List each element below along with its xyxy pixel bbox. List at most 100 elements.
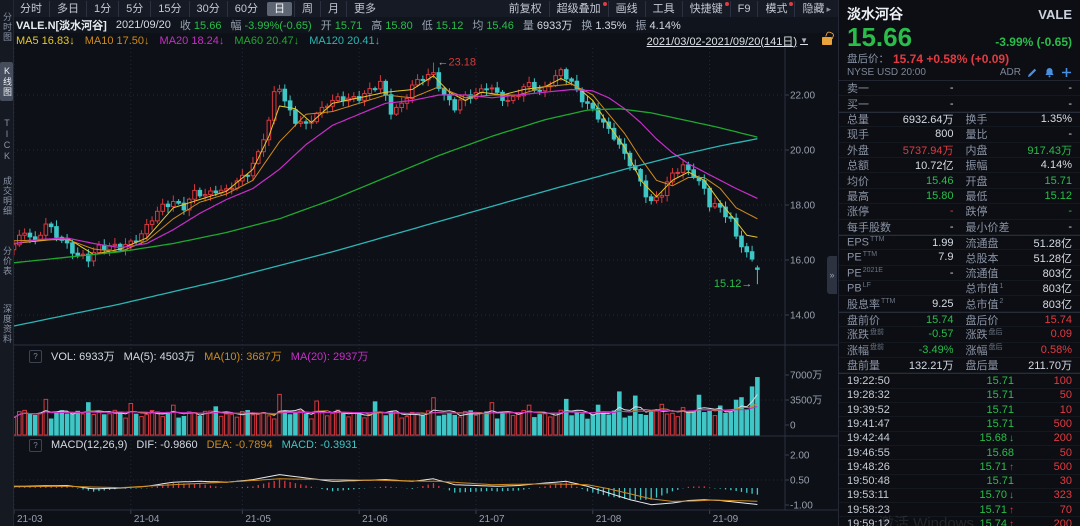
sidebar-item-trade-detail[interactable]: 成交明细 (0, 176, 13, 216)
tape-row[interactable]: 19:50:4815.7130 (839, 475, 1080, 489)
stat-label: 流通值 (966, 265, 999, 281)
tool-button-2[interactable]: 画线 (608, 1, 645, 17)
stat-label: 振幅 (966, 157, 988, 173)
panel-collapse-handle[interactable]: » (827, 256, 837, 294)
tool-button-6[interactable]: 模式 (757, 1, 794, 17)
period-tab-0[interactable]: 分时 (13, 1, 49, 17)
period-tab-8[interactable]: 周 (294, 1, 320, 17)
trade-price-value: 15.71 (986, 475, 1014, 487)
tape-row[interactable]: 19:28:3215.7150 (839, 389, 1080, 403)
period-tab-10[interactable]: 更多 (346, 1, 383, 17)
stat-label: 卖一 (847, 80, 869, 96)
sidebar-item-price-table[interactable]: 分价表 (0, 246, 13, 276)
ma-values: MA5 16.83↓MA10 17.50↓MA20 18.24↓MA60 20.… (16, 35, 380, 47)
svg-text:21-04: 21-04 (134, 514, 160, 525)
stat-label: 换手 (966, 111, 988, 127)
help-icon[interactable]: ? (29, 350, 42, 363)
tool-button-5[interactable]: F9 (730, 1, 758, 17)
lock-open-icon[interactable] (822, 37, 832, 45)
sidebar-item-tick[interactable]: TICK (0, 118, 13, 162)
quote-field: 振4.14% (636, 17, 681, 33)
adr-label: ADR (1000, 67, 1021, 78)
trade-volume: 500 (1014, 418, 1072, 430)
period-tab-3[interactable]: 5分 (118, 1, 150, 17)
stat-value: - (1068, 221, 1072, 233)
tape-row[interactable]: 19:42:4415.68↓200 (839, 432, 1080, 446)
stat-label: PE2021E (847, 267, 883, 280)
stat-value: 0.09 (1051, 328, 1072, 340)
tool-button-7[interactable]: 隐藏▸ (794, 1, 838, 17)
stat-cell: 盘后量211.70万 (966, 357, 1073, 373)
stat-label: 外盘 (847, 142, 869, 158)
date-range-label: 2021/03/02-2021/09/20(141日) (647, 33, 797, 49)
period-tab-7[interactable]: 日 (267, 2, 292, 16)
after-hours-label: 盘后价： (847, 51, 889, 66)
tool-button-3[interactable]: 工具 (645, 1, 682, 17)
period-tab-4[interactable]: 15分 (150, 1, 188, 17)
sidebar-item-depth-info[interactable]: 深度资料 (0, 304, 13, 344)
trade-time: 19:28:32 (847, 389, 919, 401)
red-dot-badge (725, 2, 729, 6)
trade-volume: 500 (1014, 461, 1072, 473)
tool-button-0[interactable]: 前复权 (502, 1, 549, 17)
trade-price-value: 15.68 (986, 447, 1014, 459)
stat-cell: - (966, 82, 1073, 94)
stat-cell: 最小价差- (966, 219, 1073, 235)
stat-value: 4.14% (1041, 159, 1072, 171)
stat-value: 132.21万 (909, 357, 954, 373)
svg-text:←23.18: ←23.18 (437, 57, 476, 69)
add-icon[interactable] (1061, 67, 1072, 78)
tape-row[interactable]: 19:58:2315.71↑70 (839, 503, 1080, 517)
trade-price: 15.74↑ (919, 518, 1014, 526)
stat-cell: 总量6932.64万 (847, 111, 954, 127)
svg-text:15.12→: 15.12→ (714, 278, 753, 290)
stat-value: 15.80 (926, 190, 954, 202)
tape-row[interactable]: 19:46:5515.6850 (839, 446, 1080, 460)
tape-row[interactable]: 19:39:5215.7110 (839, 403, 1080, 417)
stat-row: 每手股数-最小价差- (839, 220, 1080, 235)
period-tab-1[interactable]: 多日 (49, 1, 86, 17)
edit-icon[interactable] (1027, 67, 1038, 78)
field-value: 15.80 (385, 20, 413, 32)
trade-price: 15.71 (919, 418, 1014, 430)
tool-button-4[interactable]: 快捷键 (682, 1, 730, 17)
stat-rows: 卖一--买一--总量6932.64万换手1.35%现手800量比-外盘5737.… (839, 81, 1080, 373)
tape-row[interactable]: 19:59:1215.74↑200 (839, 517, 1080, 526)
bell-icon[interactable] (1044, 67, 1055, 78)
trade-volume: 50 (1014, 447, 1072, 459)
period-tab-2[interactable]: 1分 (86, 1, 118, 17)
price-change: -3.99% (-0.65) (995, 35, 1072, 49)
stat-cell: 外盘5737.94万 (847, 142, 954, 158)
stat-label: 股息率TTM (847, 296, 895, 312)
stat-cell: 卖一- (847, 80, 954, 96)
kline-chart[interactable]: 22.0020.0018.0016.0014.0021-0321-0421-05… (13, 48, 838, 526)
market-info: NYSE USD 20:00 (847, 67, 926, 78)
stat-label: 涨幅盘后 (966, 342, 1003, 358)
tape-row[interactable]: 19:22:5015.71100 (839, 374, 1080, 388)
ma-value: MA120 20.41↓ (309, 35, 380, 47)
tape-row[interactable]: 19:48:2615.71↑500 (839, 460, 1080, 474)
svg-text:21-05: 21-05 (245, 514, 271, 525)
toolbar-tools: 前复权超级叠加画线工具快捷键F9模式隐藏▸ (502, 0, 838, 17)
stat-value: - (950, 267, 954, 279)
stat-row: 涨停-跌停- (839, 204, 1080, 219)
stock-ticker: VALE (1038, 7, 1072, 22)
tool-button-1[interactable]: 超级叠加 (549, 1, 608, 17)
period-tab-9[interactable]: 月 (320, 1, 346, 17)
period-tab-5[interactable]: 30分 (189, 1, 227, 17)
symbol-label: VALE.N[淡水河谷] (16, 17, 107, 33)
period-tab-6[interactable]: 60分 (227, 1, 265, 17)
stat-cell: 总额10.72亿 (847, 157, 954, 173)
sidebar-item-kline[interactable]: K线图 (0, 62, 13, 101)
trade-volume: 200 (1014, 432, 1072, 444)
field-label: 高 (371, 20, 382, 32)
date-range-selector[interactable]: 2021/03/02-2021/09/20(141日) ▼ (647, 33, 808, 49)
tape-row[interactable]: 19:53:1115.70↓323 (839, 489, 1080, 503)
svg-text:14.00: 14.00 (790, 311, 815, 322)
trade-price: 15.68↓ (919, 432, 1014, 444)
trade-time: 19:48:26 (847, 461, 919, 473)
tape-row[interactable]: 19:41:4715.71500 (839, 417, 1080, 431)
help-icon[interactable]: ? (29, 439, 42, 452)
sidebar-item-time-chart[interactable]: 分时图 (0, 12, 13, 42)
stat-row: 盘前量132.21万盘后量211.70万 (839, 358, 1080, 373)
